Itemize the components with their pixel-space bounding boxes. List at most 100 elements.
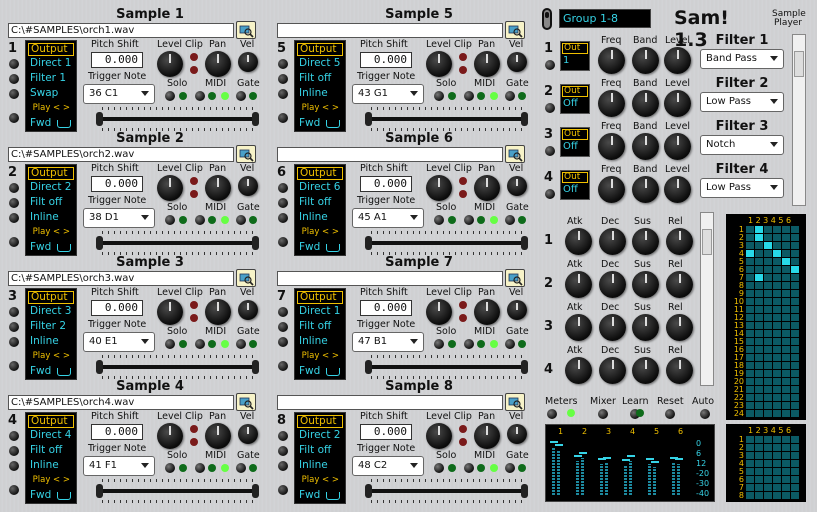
matrix-cell[interactable] bbox=[773, 282, 781, 289]
midi-button[interactable] bbox=[195, 215, 205, 225]
scroll-thumb[interactable] bbox=[794, 51, 804, 77]
matrix-cell[interactable] bbox=[773, 436, 781, 443]
matrix-cell[interactable] bbox=[764, 322, 772, 329]
trigger-note-select[interactable]: 47 B1 bbox=[352, 332, 424, 352]
matrix-cell[interactable] bbox=[791, 282, 799, 289]
filter-type-select[interactable]: Notch bbox=[700, 135, 784, 155]
midi-button[interactable] bbox=[464, 463, 474, 473]
sample-file-field[interactable] bbox=[277, 23, 503, 38]
matrix-cell[interactable] bbox=[791, 250, 799, 257]
velocity-knob[interactable] bbox=[507, 300, 527, 320]
matrix-cell[interactable] bbox=[764, 460, 772, 467]
rel-knob[interactable] bbox=[666, 314, 693, 341]
matrix-cell[interactable] bbox=[773, 306, 781, 313]
output-select[interactable]: Output bbox=[297, 291, 343, 304]
side-led[interactable] bbox=[278, 485, 288, 495]
solo-button[interactable] bbox=[434, 463, 444, 473]
freq-knob[interactable] bbox=[598, 176, 625, 203]
end-handle[interactable] bbox=[252, 236, 259, 250]
end-handle[interactable] bbox=[521, 236, 528, 250]
midi-button[interactable] bbox=[464, 339, 474, 349]
end-handle[interactable] bbox=[252, 360, 259, 374]
matrix-cell[interactable] bbox=[764, 266, 772, 273]
matrix-cell[interactable] bbox=[782, 354, 790, 361]
side-led[interactable] bbox=[278, 89, 288, 99]
matrix-cell[interactable] bbox=[791, 266, 799, 273]
play-direction[interactable]: Play < > bbox=[26, 225, 76, 240]
mode-select[interactable]: Inline bbox=[295, 458, 345, 473]
matrix-cell[interactable] bbox=[782, 436, 790, 443]
pitch-shift-input[interactable]: 0.000 bbox=[360, 52, 412, 68]
side-led[interactable] bbox=[9, 485, 19, 495]
matrix-cell[interactable] bbox=[773, 266, 781, 273]
output-select[interactable]: Output bbox=[297, 167, 343, 180]
matrix-cell[interactable] bbox=[764, 362, 772, 369]
play-direction[interactable]: Play < > bbox=[26, 349, 76, 364]
mode-select[interactable]: Inline bbox=[295, 334, 345, 349]
matrix-cell[interactable] bbox=[791, 330, 799, 337]
matrix-cell[interactable] bbox=[746, 492, 754, 499]
matrix-cell[interactable] bbox=[746, 274, 754, 281]
gate-button[interactable] bbox=[505, 339, 515, 349]
matrix-cell[interactable] bbox=[773, 394, 781, 401]
end-handle[interactable] bbox=[521, 360, 528, 374]
matrix-cell[interactable] bbox=[791, 298, 799, 305]
matrix-cell[interactable] bbox=[746, 476, 754, 483]
mode-select[interactable]: Inline bbox=[295, 86, 345, 101]
matrix-cell[interactable] bbox=[755, 306, 763, 313]
matrix-cell[interactable] bbox=[782, 290, 790, 297]
matrix-cell[interactable] bbox=[746, 444, 754, 451]
matrix-cell[interactable] bbox=[755, 452, 763, 459]
loop-icon[interactable] bbox=[326, 368, 340, 376]
side-led[interactable] bbox=[9, 59, 19, 69]
matrix-cell[interactable] bbox=[746, 234, 754, 241]
pitch-shift-input[interactable]: 0.000 bbox=[91, 300, 143, 316]
pitch-shift-input[interactable]: 0.000 bbox=[91, 52, 143, 68]
matrix-cell[interactable] bbox=[746, 468, 754, 475]
matrix-cell[interactable] bbox=[782, 476, 790, 483]
side-led[interactable] bbox=[278, 431, 288, 441]
slider-track[interactable] bbox=[369, 117, 524, 121]
sample-file-field[interactable] bbox=[277, 395, 503, 410]
matrix-cell[interactable] bbox=[755, 266, 763, 273]
midi-button[interactable] bbox=[195, 339, 205, 349]
band-knob[interactable] bbox=[632, 47, 659, 74]
side-led[interactable] bbox=[278, 74, 288, 84]
matrix-cell[interactable] bbox=[764, 410, 772, 417]
matrix-cell[interactable] bbox=[773, 402, 781, 409]
matrix-cell[interactable] bbox=[773, 338, 781, 345]
matrix-cell[interactable] bbox=[773, 452, 781, 459]
pitch-shift-input[interactable]: 0.000 bbox=[360, 300, 412, 316]
matrix-cell[interactable] bbox=[746, 322, 754, 329]
start-handle[interactable] bbox=[365, 484, 372, 498]
matrix-cell[interactable] bbox=[764, 452, 772, 459]
slider-track[interactable] bbox=[100, 241, 255, 245]
matrix-cell[interactable] bbox=[791, 484, 799, 491]
band-knob[interactable] bbox=[632, 90, 659, 117]
sample-range-slider[interactable] bbox=[96, 107, 259, 131]
matrix-cell[interactable] bbox=[782, 362, 790, 369]
fwd-toggle[interactable]: Fwd bbox=[26, 488, 76, 503]
trigger-note-select[interactable]: 36 C1 bbox=[83, 84, 155, 104]
pan-knob[interactable] bbox=[205, 299, 231, 325]
matrix-cell[interactable] bbox=[764, 444, 772, 451]
loop-icon[interactable] bbox=[57, 120, 71, 128]
gate-button[interactable] bbox=[236, 463, 246, 473]
output-select[interactable]: Output bbox=[28, 291, 74, 304]
matrix-cell[interactable] bbox=[755, 484, 763, 491]
matrix-cell[interactable] bbox=[791, 314, 799, 321]
matrix-cell[interactable] bbox=[791, 410, 799, 417]
matrix-cell[interactable] bbox=[791, 468, 799, 475]
side-led[interactable] bbox=[278, 461, 288, 471]
slider-track[interactable] bbox=[100, 365, 255, 369]
side-led[interactable] bbox=[9, 74, 19, 84]
matrix-cell[interactable] bbox=[773, 370, 781, 377]
matrix-cell[interactable] bbox=[791, 322, 799, 329]
matrix-cell[interactable] bbox=[746, 258, 754, 265]
side-led[interactable] bbox=[278, 322, 288, 332]
slider-track[interactable] bbox=[369, 489, 524, 493]
matrix-cell[interactable] bbox=[773, 444, 781, 451]
matrix-cell[interactable] bbox=[791, 460, 799, 467]
scroll-thumb[interactable] bbox=[702, 229, 712, 255]
matrix-cell[interactable] bbox=[782, 444, 790, 451]
